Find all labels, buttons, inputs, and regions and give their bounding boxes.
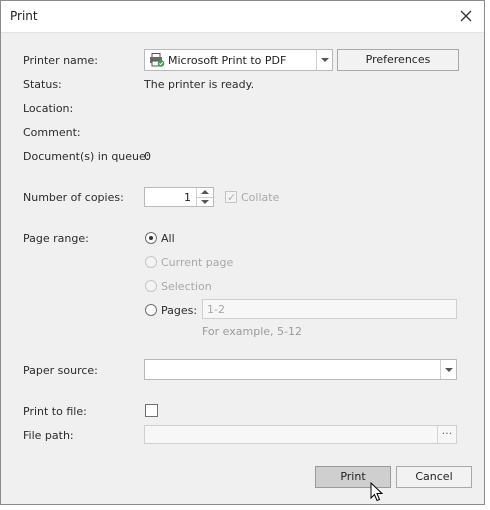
collate-checkbox[interactable]: ✓	[225, 191, 237, 204]
copies-value: 1	[184, 191, 191, 204]
close-icon[interactable]	[458, 8, 474, 24]
status-value: The printer is ready.	[144, 78, 255, 91]
comment-label: Comment:	[23, 126, 81, 139]
copies-spinner[interactable]: 1	[144, 187, 214, 207]
page-range-label: Page range:	[23, 232, 89, 245]
file-path-label: File path:	[23, 429, 74, 442]
printer-select-value: Microsoft Print to PDF	[168, 54, 287, 67]
pages-hint: For example, 5-12	[202, 325, 302, 338]
browse-button[interactable]: ···	[437, 426, 456, 443]
dialog-title: Print	[10, 9, 38, 23]
spin-down-icon[interactable]	[197, 197, 213, 206]
print-to-file-checkbox[interactable]	[145, 404, 158, 417]
radio-current-page[interactable]	[145, 256, 157, 268]
print-dialog: Print Printer name: Microsoft Print to P…	[0, 0, 485, 505]
radio-pages[interactable]	[145, 304, 157, 316]
printer-name-label: Printer name:	[23, 54, 98, 67]
dropdown-arrow-icon[interactable]	[440, 360, 456, 379]
title-bar: Print	[1, 1, 484, 33]
pages-input[interactable]: 1-2	[202, 299, 457, 319]
pages-input-value: 1-2	[207, 303, 225, 316]
preferences-button[interactable]: Preferences	[337, 49, 459, 71]
location-label: Location:	[23, 102, 74, 115]
queue-value: 0	[144, 150, 151, 163]
spinner-buttons	[196, 188, 213, 206]
status-label: Status:	[23, 78, 62, 91]
radio-current-page-label: Current page	[161, 256, 234, 269]
collate-label: Collate	[241, 191, 280, 204]
paper-source-select[interactable]	[144, 359, 457, 380]
queue-label: Document(s) in queue:	[23, 150, 150, 163]
dropdown-arrow-icon[interactable]	[316, 50, 332, 70]
copies-label: Number of copies:	[23, 191, 124, 204]
radio-pages-label: Pages:	[161, 304, 198, 317]
radio-all-label: All	[161, 232, 175, 245]
radio-selected-dot	[149, 236, 153, 240]
radio-all[interactable]	[145, 232, 157, 244]
checkmark-icon: ✓	[227, 191, 237, 204]
cancel-button[interactable]: Cancel	[396, 466, 472, 488]
paper-source-label: Paper source:	[23, 364, 98, 377]
print-to-file-label: Print to file:	[23, 405, 87, 418]
radio-selection[interactable]	[145, 280, 157, 292]
radio-selection-label: Selection	[161, 280, 212, 293]
file-path-input[interactable]: ···	[144, 425, 457, 444]
mouse-cursor-icon	[370, 481, 384, 505]
printer-select[interactable]: Microsoft Print to PDF	[144, 49, 333, 71]
printer-icon	[149, 53, 165, 70]
